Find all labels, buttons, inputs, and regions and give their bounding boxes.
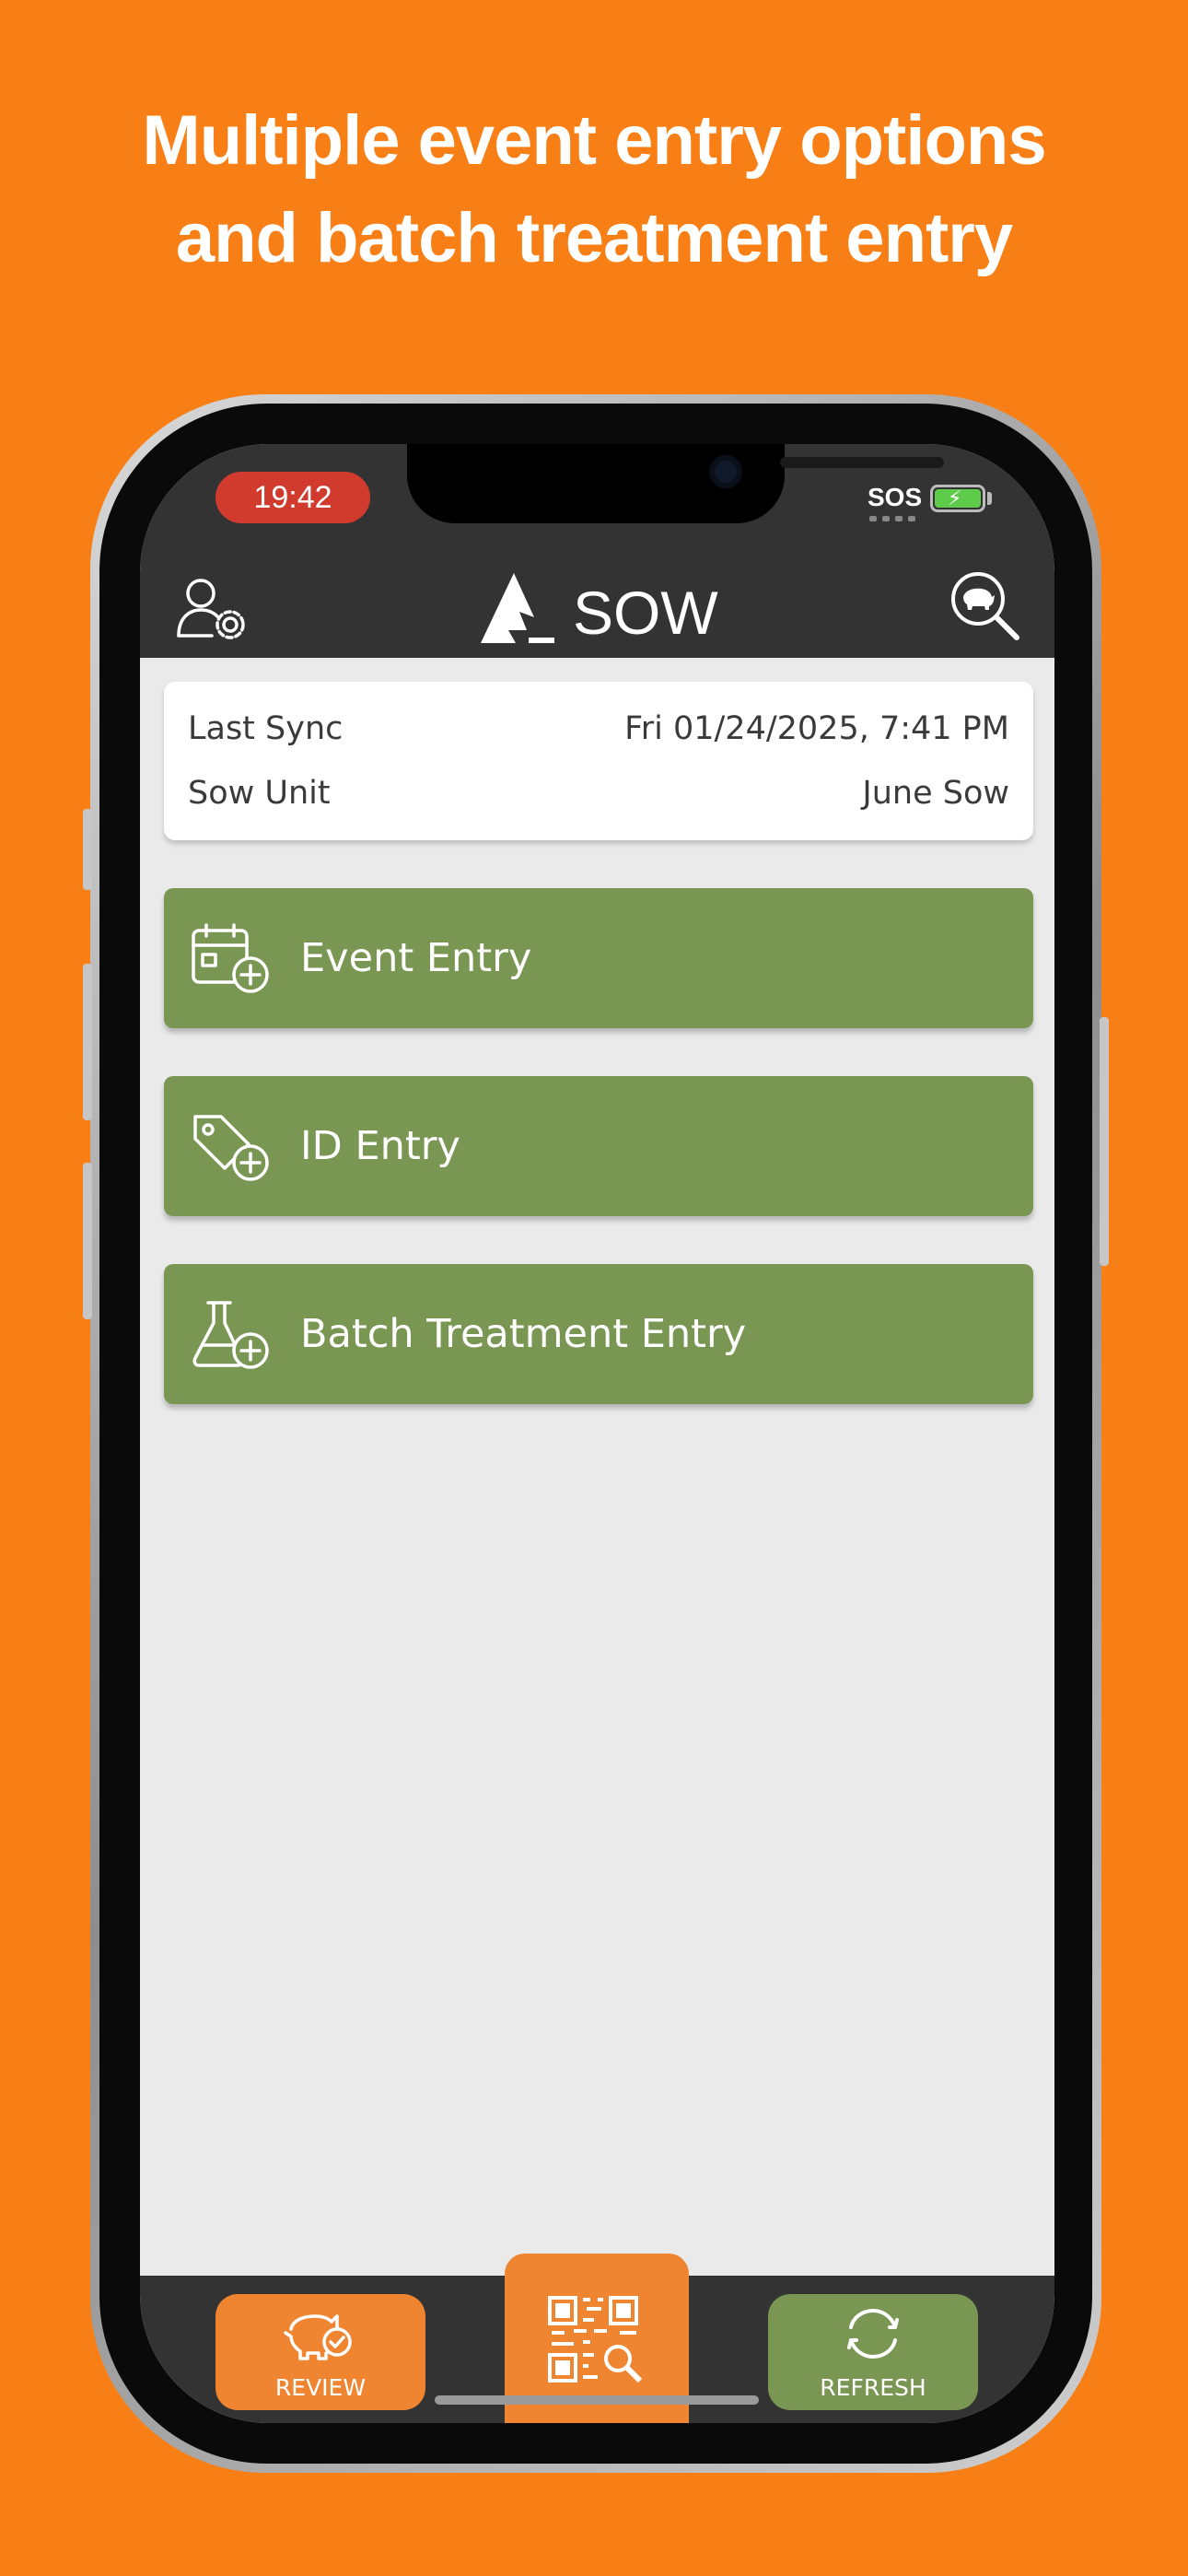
event-entry-label: Event Entry — [300, 935, 532, 981]
calendar-plus-icon — [192, 923, 269, 993]
marketing-headline: Multiple event entry options and batch t… — [0, 92, 1188, 287]
sow-unit-label: Sow Unit — [188, 775, 331, 812]
status-sos: SOS — [868, 483, 923, 511]
phone-volume-down-button — [83, 1163, 92, 1319]
headline-line-2: and batch treatment entry — [175, 199, 1013, 277]
sync-row-unit: Sow Unit June Sow — [188, 770, 1009, 816]
home-indicator[interactable] — [435, 2395, 759, 2405]
phone-volume-up-button — [83, 964, 92, 1120]
refresh-button[interactable]: REFRESH — [768, 2294, 978, 2410]
status-time[interactable]: 19:42 — [215, 472, 370, 523]
sow-unit-value: June Sow — [862, 775, 1009, 812]
user-settings-icon[interactable] — [175, 577, 249, 643]
phone-power-button — [1100, 1017, 1109, 1266]
batch-treatment-entry-label: Batch Treatment Entry — [300, 1311, 747, 1357]
pig-search-icon[interactable] — [949, 569, 1022, 643]
refresh-label: REFRESH — [820, 2374, 926, 2401]
battery-nub — [987, 492, 992, 505]
app-screen: 19:42 SOS ⚡ SOW Last Sync Fri 01/24/2025… — [140, 444, 1054, 2423]
dynamic-notch — [407, 444, 944, 523]
earpiece — [780, 457, 944, 468]
phone-action-button — [83, 809, 92, 890]
id-entry-label: ID Entry — [300, 1123, 460, 1169]
last-sync-label: Last Sync — [188, 710, 344, 747]
batch-treatment-entry-button[interactable]: Batch Treatment Entry — [164, 1264, 1033, 1404]
sync-info-card: Last Sync Fri 01/24/2025, 7:41 PM Sow Un… — [164, 682, 1033, 840]
refresh-icon — [847, 2309, 899, 2359]
signal-dots — [869, 516, 915, 521]
review-button[interactable]: REVIEW — [215, 2294, 425, 2410]
review-label: REVIEW — [274, 2374, 367, 2401]
front-camera — [709, 455, 742, 488]
headline-line-1: Multiple event entry options — [142, 101, 1046, 180]
pig-check-icon — [284, 2314, 352, 2360]
qr-search-icon — [548, 2296, 643, 2383]
sync-row-last: Last Sync Fri 01/24/2025, 7:41 PM — [188, 706, 1009, 752]
tag-plus-icon — [193, 1115, 269, 1181]
flask-plus-icon — [192, 1301, 269, 1369]
id-entry-button[interactable]: ID Entry — [164, 1076, 1033, 1216]
app-logo-text: SOW — [573, 579, 718, 647]
battery-icon: ⚡ — [930, 485, 985, 512]
event-entry-button[interactable]: Event Entry — [164, 888, 1033, 1028]
last-sync-value: Fri 01/24/2025, 7:41 PM — [624, 710, 1009, 747]
